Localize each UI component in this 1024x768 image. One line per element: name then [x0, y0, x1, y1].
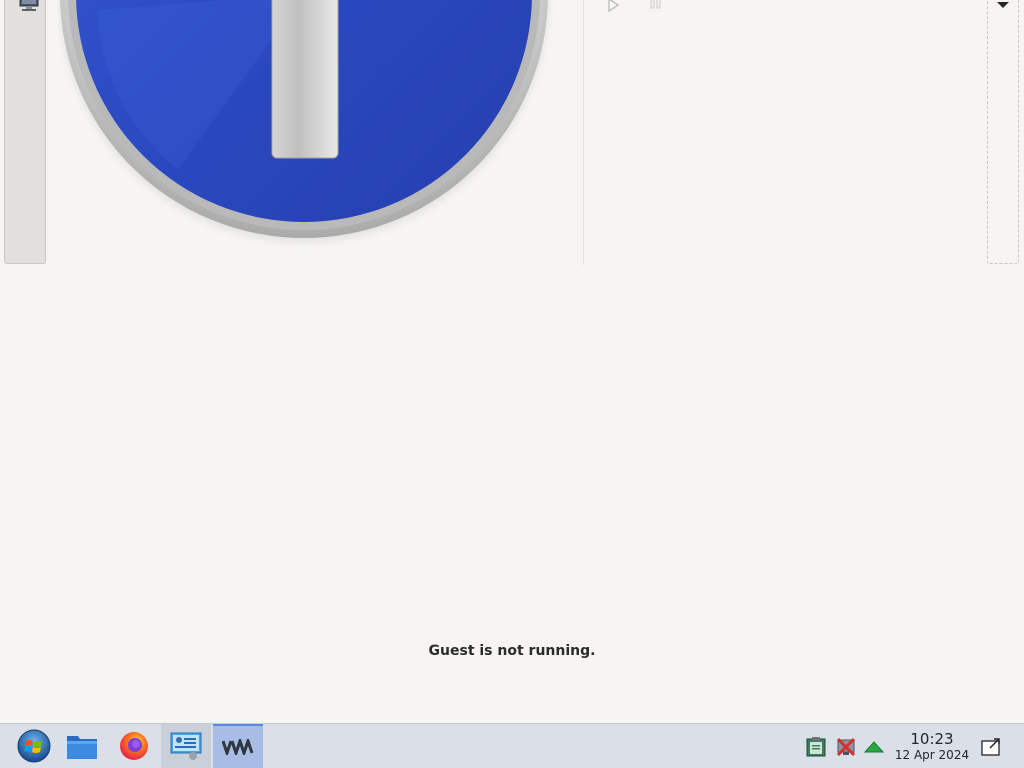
panel-divider	[583, 0, 584, 265]
firefox-icon	[120, 732, 148, 760]
guest-status-message: Guest is not running.	[428, 643, 596, 659]
clock-time: 10:23	[910, 730, 954, 748]
toolbar-overflow-frame	[987, 0, 1019, 264]
network-disconnected-icon[interactable]	[835, 736, 857, 758]
pause-icon[interactable]	[650, 0, 662, 10]
folder-icon	[67, 736, 97, 759]
windows-logo-icon	[17, 729, 51, 763]
virtual-machine-manager-button[interactable]	[213, 724, 263, 768]
clock[interactable]: 10:23 12 Apr 2024	[892, 730, 972, 763]
taskbar: 10:23 12 Apr 2024	[0, 723, 1024, 768]
file-manager-button[interactable]	[57, 724, 107, 768]
vm-viewer-window: Guest is not running.	[0, 0, 1024, 723]
show-desktop-icon[interactable]	[980, 736, 1002, 758]
system-settings-button[interactable]	[161, 724, 211, 768]
firefox-button[interactable]	[109, 724, 159, 768]
chevron-down-icon[interactable]	[996, 1, 1010, 9]
vmm-icon	[222, 739, 254, 755]
settings-panel-icon	[170, 732, 202, 760]
clock-date: 12 Apr 2024	[894, 748, 970, 762]
vm-sidebar-panel[interactable]	[4, 0, 46, 264]
start-menu-button[interactable]	[9, 724, 59, 768]
clipboard-icon[interactable]	[805, 736, 827, 758]
info-icon	[60, 0, 548, 242]
play-icon[interactable]	[606, 0, 620, 12]
monitor-icon[interactable]	[18, 0, 40, 13]
green-arrow-up-icon[interactable]	[863, 736, 885, 758]
